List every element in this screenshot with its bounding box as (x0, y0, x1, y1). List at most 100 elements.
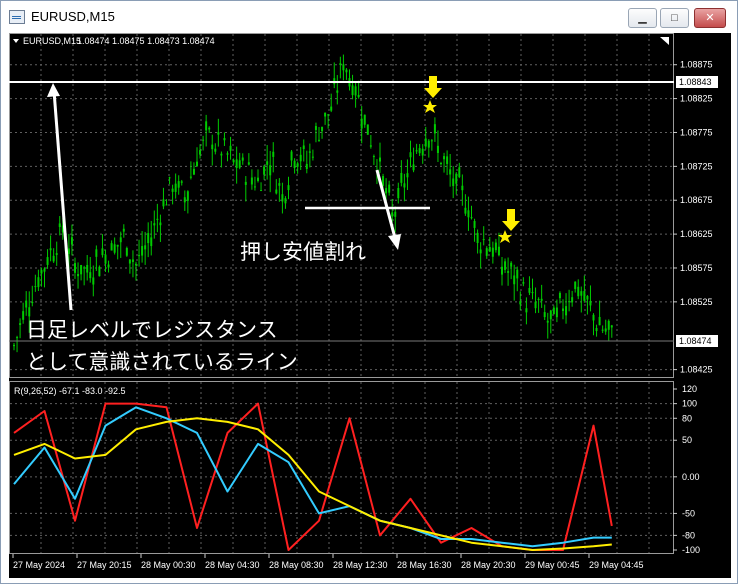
candle-body (278, 183, 281, 186)
candle-body (92, 277, 95, 285)
price-tick-label: 1.08575 (680, 263, 713, 273)
candle-body (165, 204, 168, 206)
symbol-label: EURUSD,M15 (23, 36, 81, 46)
candle-body (488, 247, 491, 252)
candle-body (504, 261, 507, 270)
candle-body (156, 218, 159, 220)
symbol-dropdown-icon[interactable] (13, 39, 19, 43)
candle-body (211, 144, 214, 150)
candle-body (244, 181, 247, 185)
price-tick-label: 1.08525 (680, 297, 713, 307)
candle-body (293, 160, 296, 168)
down-arrow-icon (424, 76, 442, 98)
candle-body (427, 140, 430, 148)
candle-body (601, 329, 604, 331)
candle-body (440, 163, 442, 165)
price-candles (13, 54, 613, 353)
indicator-line-52 (13, 417, 612, 551)
candle-body (122, 228, 125, 232)
ohlc-values: 1.08474 1.08475 1.08473 1.08474 (77, 36, 215, 46)
candle-body (107, 264, 110, 268)
candle-body (89, 272, 92, 279)
candle-body (565, 306, 568, 316)
candle-body (28, 307, 31, 317)
candle-body (455, 173, 458, 184)
candle-body (519, 301, 522, 305)
candle-body (171, 188, 174, 192)
candle-body (125, 247, 128, 256)
candle-body (67, 248, 70, 254)
indicator-lines (13, 402, 613, 551)
chart-svg[interactable]: EURUSD,M15 1.08474 1.08475 1.08473 1.084… (9, 33, 731, 578)
candle-body (19, 323, 22, 325)
indicator-tick-label: 0.00 (682, 472, 700, 482)
sell-marker-2 (498, 209, 520, 243)
candle-body (321, 126, 324, 132)
chart-area[interactable]: EURUSD,M15 1.08474 1.08475 1.08473 1.084… (9, 33, 731, 578)
candle-body (46, 257, 49, 265)
candle-body (223, 138, 226, 141)
chart-window-icon (9, 10, 25, 24)
candle-body (409, 152, 412, 158)
candle-body (116, 244, 119, 247)
candle-body (449, 169, 452, 175)
candle-body (433, 124, 436, 134)
time-tick-label: 28 May 04:30 (205, 560, 260, 570)
candle-body (296, 163, 299, 167)
one-click-trading-icon[interactable] (660, 37, 669, 45)
candle-body (77, 274, 80, 277)
candle-body (208, 127, 211, 130)
candle-body (372, 156, 375, 158)
candle-body (388, 184, 391, 193)
down-arrow-icon (502, 209, 520, 231)
candle-body (345, 69, 348, 73)
candle-body (260, 190, 263, 192)
chart-window: EURUSD,M15 ▁ □ ✕ EURUSD,M15 1.08474 1.08… (0, 0, 738, 584)
price-axis: 1.08875 1.08825 1.08775 1.08725 1.08675 1.086… (673, 60, 713, 375)
candle-body (266, 161, 269, 165)
resistance-arrow-head (47, 83, 60, 97)
candle-body (318, 139, 320, 141)
candle-body (604, 328, 607, 332)
candle-body (250, 177, 253, 185)
candle-body (336, 90, 339, 93)
close-button[interactable]: ✕ (694, 8, 726, 28)
candle-body (330, 106, 333, 111)
time-tick-label: 28 May 16:30 (397, 560, 452, 570)
candle-body (577, 286, 580, 297)
candle-body (281, 194, 284, 202)
indicator-label: R(9,26,52) -67.1 -83.0 -92.5 (14, 386, 126, 396)
candle-body (232, 159, 235, 163)
candle-body (528, 287, 531, 293)
candle-body (580, 291, 583, 296)
candle-body (525, 308, 528, 313)
candle-body (98, 266, 101, 277)
candle-body (269, 165, 272, 176)
grid (10, 34, 673, 553)
candle-body (540, 298, 543, 301)
candle-body (159, 222, 162, 226)
candle-body (473, 221, 476, 228)
candle-body (464, 207, 467, 214)
candle-body (470, 217, 473, 219)
indicator-tick-label: 100 (682, 399, 697, 409)
candle-body (189, 176, 192, 178)
time-tick-label: 28 May 08:30 (269, 560, 324, 570)
maximize-button[interactable]: □ (660, 8, 689, 28)
minimize-button[interactable]: ▁ (628, 8, 657, 28)
candle-body (443, 156, 446, 160)
candle-body (452, 178, 455, 187)
candle-body (494, 242, 497, 251)
time-tick-label: 27 May 20:15 (77, 560, 132, 570)
candle-body (595, 327, 598, 332)
candle-body (55, 253, 58, 255)
candle-body (522, 282, 525, 284)
candle-body (583, 291, 586, 301)
candle-body (101, 248, 104, 256)
candle-body (342, 64, 345, 71)
resistance-note-line2: として意識されているライン (26, 351, 298, 374)
candle-body (253, 186, 256, 188)
candle-body (217, 132, 220, 135)
title-bar[interactable]: EURUSD,M15 ▁ □ ✕ (1, 1, 737, 33)
candle-body (324, 112, 327, 117)
